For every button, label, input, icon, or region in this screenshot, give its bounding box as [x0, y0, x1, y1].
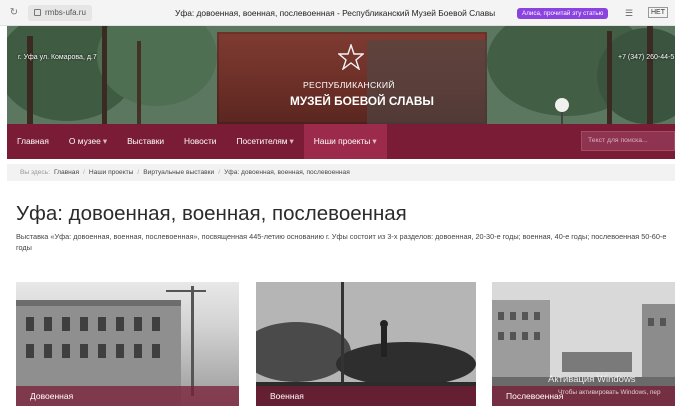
- os-activation-watermark: Активация Windows: [548, 374, 636, 385]
- nav-item-news[interactable]: Новости: [174, 124, 226, 159]
- breadcrumb-separator: /: [83, 169, 85, 176]
- menu-icon[interactable]: ☰: [625, 8, 633, 19]
- card-label: Довоенная: [16, 386, 239, 406]
- nav-item-projects[interactable]: Наши проекты ▾: [303, 124, 387, 159]
- chevron-down-icon: ▾: [102, 136, 108, 146]
- museum-title-top: РЕСПУБЛИКАНСКИЙ: [303, 80, 395, 90]
- star-monument-icon: [338, 44, 364, 70]
- card-label: Военная: [256, 386, 476, 406]
- lock-icon: [34, 9, 41, 16]
- museum-title-main: МУЗЕЙ БОЕВОЙ СЛАВЫ: [290, 94, 434, 108]
- nav-item-about[interactable]: О музее ▾: [59, 124, 117, 159]
- chevron-down-icon: ▾: [289, 136, 294, 146]
- lamp-pole: [561, 112, 563, 124]
- reload-icon[interactable]: ↻: [6, 7, 22, 18]
- exhibition-card-war[interactable]: Военная: [256, 282, 476, 406]
- search-input[interactable]: Текст для поиска...: [581, 131, 675, 151]
- breadcrumb-projects[interactable]: Наши проекты: [89, 169, 134, 176]
- os-activation-hint: Чтобы активировать Windows, пер: [558, 389, 661, 396]
- breadcrumb-virtual-exhibitions[interactable]: Виртуальные выставки: [143, 169, 214, 176]
- main-navigation: Главная О музее ▾ Выставки Новости Посети…: [7, 124, 675, 159]
- net-button[interactable]: НЕТ: [648, 7, 668, 18]
- breadcrumb-home[interactable]: Главная: [54, 169, 79, 176]
- nav-item-home[interactable]: Главная: [7, 124, 59, 159]
- breadcrumb: Вы здесь: Главная / Наши проекты / Вирту…: [7, 164, 675, 181]
- museum-address: г. Уфа ул. Комарова, д.7: [18, 54, 97, 61]
- nav-item-exhibitions[interactable]: Выставки: [117, 124, 174, 159]
- museum-phone[interactable]: +7 (347) 260-44-5: [618, 54, 674, 61]
- breadcrumb-prefix: Вы здесь:: [20, 169, 50, 176]
- hero-banner: РЕСПУБЛИКАНСКИЙ МУЗЕЙ БОЕВОЙ СЛАВЫ г. Уф…: [7, 26, 675, 124]
- address-bar[interactable]: rmbs-ufa.ru: [28, 4, 92, 21]
- breadcrumb-separator: /: [137, 169, 140, 176]
- street-lamp: [555, 98, 569, 112]
- chevron-down-icon: ▾: [372, 136, 377, 146]
- page-title: Уфа: довоенная, военная, послевоенная: [16, 202, 407, 225]
- breadcrumb-current: Уфа: довоенная, военная, послевоенная: [224, 169, 350, 176]
- url-text: rmbs-ufa.ru: [45, 8, 86, 17]
- nav-item-visitors[interactable]: Посетителям ▾: [226, 124, 303, 159]
- exhibition-card-postwar[interactable]: Послевоенная: [492, 282, 675, 406]
- breadcrumb-separator: /: [218, 169, 221, 176]
- tab-title: Уфа: довоенная, военная, послевоенная - …: [175, 8, 496, 18]
- exhibition-card-prewar[interactable]: Довоенная: [16, 282, 239, 406]
- page-description: Выставка «Уфа: довоенная, военная, после…: [16, 232, 667, 252]
- alice-read-button[interactable]: Алиса, прочитай эту статью: [517, 8, 609, 19]
